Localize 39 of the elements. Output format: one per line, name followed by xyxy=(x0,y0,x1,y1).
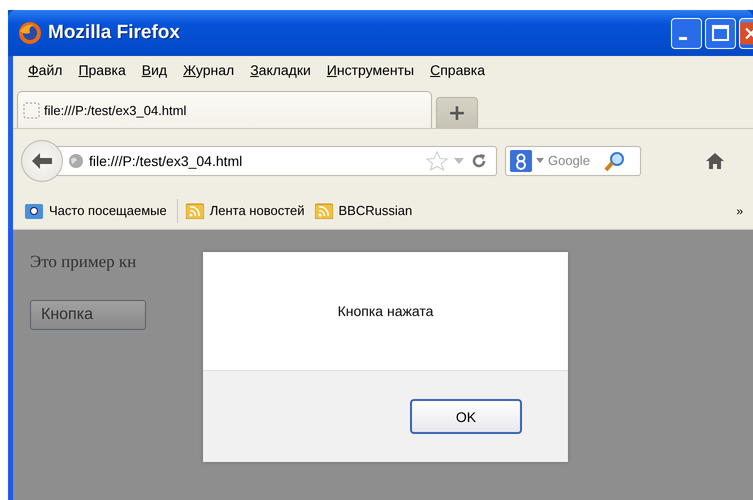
maximize-button[interactable] xyxy=(705,18,736,48)
menu-item[interactable]: Правка xyxy=(73,62,137,78)
blank-page-icon xyxy=(23,102,40,118)
search-input[interactable]: Google xyxy=(548,153,600,168)
browser-tab[interactable]: file:///P:/test/ex3_04.html xyxy=(17,91,432,128)
tab-title: file:///P:/test/ex3_04.html xyxy=(44,102,186,118)
alert-message: Кнопка нажата xyxy=(338,303,434,319)
search-icon[interactable] xyxy=(604,150,626,172)
home-icon[interactable] xyxy=(705,152,725,170)
menu-item[interactable]: Файл xyxy=(23,62,74,78)
rss-feed-icon xyxy=(314,202,333,218)
page-button[interactable]: Кнопка xyxy=(30,300,146,330)
menu-item[interactable]: Вид xyxy=(136,62,178,78)
more-bookmarks-button[interactable]: » xyxy=(736,204,743,218)
dropdown-icon[interactable] xyxy=(536,158,544,164)
new-tab-button[interactable]: + xyxy=(436,97,478,128)
menu-item[interactable]: Закладки xyxy=(245,62,322,78)
bookmark-item[interactable]: Лента новостей xyxy=(186,202,315,218)
firefox-logo-icon xyxy=(18,21,42,45)
bookmark-item[interactable]: BBCRussian xyxy=(314,202,422,218)
bookmark-item[interactable]: Часто посещаемые xyxy=(25,202,177,218)
folder-search-icon xyxy=(25,202,43,218)
reload-icon[interactable] xyxy=(470,152,488,170)
google-logo-icon xyxy=(510,150,532,172)
back-arrow-icon xyxy=(31,152,53,170)
back-button[interactable] xyxy=(21,140,63,182)
menu-item[interactable]: Инструменты xyxy=(322,62,426,78)
address-bar[interactable]: file:///P:/test/ex3_04.html xyxy=(55,146,497,176)
star-icon[interactable] xyxy=(426,150,448,170)
globe-icon xyxy=(68,152,84,168)
rss-feed-icon xyxy=(186,202,204,218)
page-text: Это пример кн xyxy=(30,252,136,272)
ok-button[interactable]: OK xyxy=(410,399,522,434)
window-title: Mozilla Firefox xyxy=(48,22,181,44)
minimize-button[interactable] xyxy=(671,18,702,48)
menu-item[interactable]: Справка xyxy=(425,62,496,78)
menu-item[interactable]: Журнал xyxy=(178,62,246,78)
address-text: file:///P:/test/ex3_04.html xyxy=(89,152,244,168)
search-bar[interactable]: Google xyxy=(505,146,641,176)
